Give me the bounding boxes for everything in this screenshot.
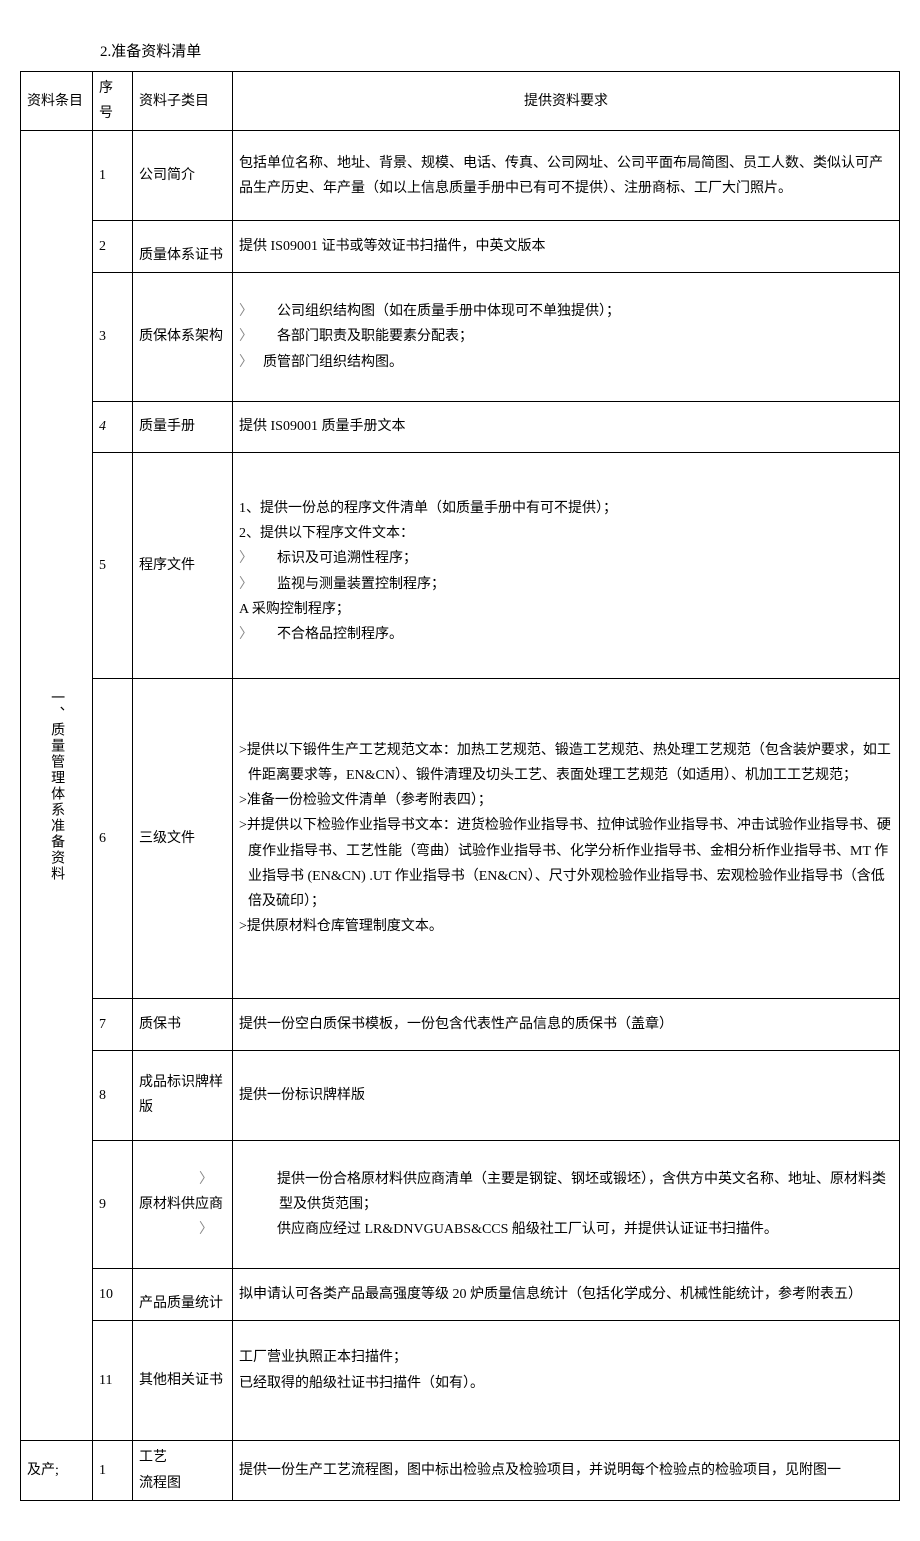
seq-cell: 7 (93, 998, 133, 1050)
header-col4: 提供资料要求 (233, 72, 900, 131)
req-cell: 〉 提供一份合格原材料供应商清单（主要是钢锭、钢坯或锻坯），含供方中英文名称、地… (233, 1140, 900, 1268)
table-row: 7 质保书 提供一份空白质保书模板，一份包含代表性产品信息的质保书（盖章） (21, 998, 900, 1050)
cat-cell: 公司简介 (133, 131, 233, 221)
table-row: 11 其他相关证书 工厂营业执照正本扫描件； 已经取得的船级社证书扫描件（如有）… (21, 1320, 900, 1441)
seq-cell: 5 (93, 453, 133, 679)
bullet-icon: 〉 (239, 324, 253, 349)
bullet-icon: 〉 (239, 546, 253, 571)
table-row: 2 质量体系证书 提供 IS09001 证书或等效证书扫描件，中英文版本 (21, 221, 900, 273)
req-cell: 拟申请认可各类产品最高强度等级 20 炉质量信息统计（包括化学成分、机械性能统计… (233, 1269, 900, 1321)
seq-cell: 4 (93, 401, 133, 453)
seq-cell: 8 (93, 1050, 133, 1140)
bullet-icon: 〉 (239, 299, 253, 324)
table-row: 3 质保体系架构 〉 公司组织结构图（如在质量手册中体现可不单独提供）； 〉 各… (21, 273, 900, 401)
cat-cell: 质量体系证书 (133, 221, 233, 273)
seq-cell: 11 (93, 1320, 133, 1441)
document-heading: 2.准备资料清单 (20, 40, 900, 61)
table-row: 6 三级文件 >提供以下锻件生产工艺规范文本：加热工艺规范、锻造工艺规范、热处理… (21, 679, 900, 998)
req-cell: 提供一份生产工艺流程图，图中标出检验点及检验项目，并说明每个检验点的检验项目，见… (233, 1441, 900, 1500)
bullet-icon: 〉 (239, 622, 253, 640)
bullet-icon: 〉 (239, 572, 253, 597)
cat-cell: 质保体系架构 (133, 273, 233, 401)
seq-cell: 2 (93, 221, 133, 273)
bullet-icon: 〉 (239, 350, 253, 375)
cat-cell: 成品标识牌样版 (133, 1050, 233, 1140)
table-row: 5 程序文件 1、提供一份总的程序文件清单（如质量手册中有可不提供）； 2、提供… (21, 453, 900, 679)
table-row: 4 质量手册 提供 IS09001 质量手册文本 (21, 401, 900, 453)
seq-cell: 9 (93, 1140, 133, 1268)
section1-label: 一、质量管理体系准备资料 (21, 131, 93, 1441)
table-row: 8 成品标识牌样版 提供一份标识牌样版 (21, 1050, 900, 1140)
bullet-icon: 〉 (239, 1167, 253, 1192)
seq-cell: 6 (93, 679, 133, 998)
cat-cell: 质量手册 (133, 401, 233, 453)
materials-table: 资料条目 序号 资料子类目 提供资料要求 一、质量管理体系准备资料 1 公司简介… (20, 71, 900, 1501)
req-cell: >提供以下锻件生产工艺规范文本：加热工艺规范、锻造工艺规范、热处理工艺规范（包含… (233, 679, 900, 998)
bullet-icon: 〉 (239, 1217, 253, 1242)
seq-cell: 1 (93, 1441, 133, 1500)
req-cell: 提供 IS09001 质量手册文本 (233, 401, 900, 453)
seq-cell: 1 (93, 131, 133, 221)
seq-cell: 3 (93, 273, 133, 401)
req-cell: 提供一份空白质保书模板，一份包含代表性产品信息的质保书（盖章） (233, 998, 900, 1050)
cat-cell: 三级文件 (133, 679, 233, 998)
cat-cell: 其他相关证书 (133, 1320, 233, 1441)
req-cell: 〉 公司组织结构图（如在质量手册中体现可不单独提供）； 〉 各部门职责及职能要素… (233, 273, 900, 401)
table-row: 10 产品质量统计 拟申请认可各类产品最高强度等级 20 炉质量信息统计（包括化… (21, 1269, 900, 1321)
req-cell: 1、提供一份总的程序文件清单（如质量手册中有可不提供）； 2、提供以下程序文件文… (233, 453, 900, 679)
header-row: 资料条目 序号 资料子类目 提供资料要求 (21, 72, 900, 131)
cat-cell: 质保书 (133, 998, 233, 1050)
req-cell: 提供一份标识牌样版 (233, 1050, 900, 1140)
req-cell: 提供 IS09001 证书或等效证书扫描件，中英文版本 (233, 221, 900, 273)
header-col2: 序号 (93, 72, 133, 131)
cat-cell: 产品质量统计 (133, 1269, 233, 1321)
cat-cell: 程序文件 (133, 453, 233, 679)
header-col3: 资料子类目 (133, 72, 233, 131)
table-row: 9 原材料供应商 〉 提供一份合格原材料供应商清单（主要是钢锭、钢坯或锻坯），含… (21, 1140, 900, 1268)
section2-label: 及产; (21, 1441, 93, 1500)
header-col1: 资料条目 (21, 72, 93, 131)
req-cell: 工厂营业执照正本扫描件； 已经取得的船级社证书扫描件（如有）。 (233, 1320, 900, 1441)
cat-cell: 工艺 流程图 (133, 1441, 233, 1500)
seq-cell: 10 (93, 1269, 133, 1321)
table-row: 一、质量管理体系准备资料 1 公司简介 包括单位名称、地址、背景、规模、电话、传… (21, 131, 900, 221)
table-row: 及产; 1 工艺 流程图 提供一份生产工艺流程图，图中标出检验点及检验项目，并说… (21, 1441, 900, 1500)
cat-cell: 原材料供应商 (133, 1140, 233, 1268)
req-cell: 包括单位名称、地址、背景、规模、电话、传真、公司网址、公司平面布局简图、员工人数… (233, 131, 900, 221)
